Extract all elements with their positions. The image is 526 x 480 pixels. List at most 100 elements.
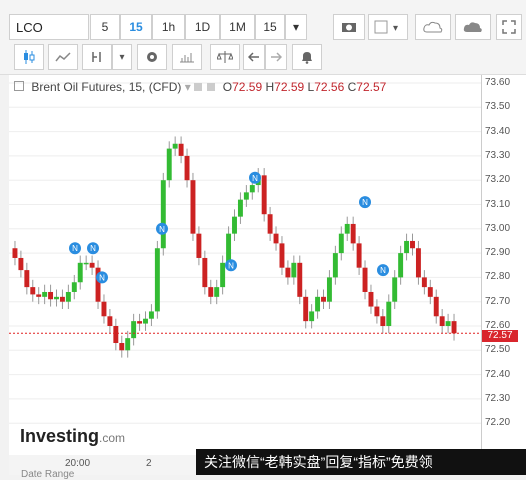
candlestick-icon[interactable]	[14, 44, 44, 70]
news-marker-icon[interactable]: N	[249, 171, 261, 184]
price-tick-label: 72.90	[485, 247, 511, 259]
interval-1h-button[interactable]: 1h	[152, 14, 185, 40]
fullscreen-icon[interactable]	[496, 14, 522, 40]
interval-1m-button[interactable]: 1M	[220, 14, 255, 40]
svg-text:N: N	[99, 273, 105, 282]
alert-bell-icon[interactable]	[292, 44, 322, 70]
drawing-toolbar: ▾	[0, 42, 526, 75]
svg-text:N: N	[362, 198, 368, 207]
open-label: O	[222, 80, 233, 94]
investing-logo: Investing.com	[20, 426, 125, 447]
price-tick-label: 73.30	[485, 149, 511, 161]
candle-body	[249, 185, 255, 193]
news-marker-icon[interactable]: N	[359, 196, 371, 209]
close-value: 72.57	[356, 80, 387, 94]
svg-text:N: N	[380, 266, 386, 275]
candle-body	[89, 262, 95, 268]
candle-body	[214, 287, 220, 297]
price-tick-label: 73.60	[485, 77, 511, 88]
candle-body	[12, 248, 18, 258]
interval-5-button[interactable]: 5	[90, 14, 120, 40]
instrument-title: Brent Oil Futures, 15, (CFD)	[31, 80, 182, 94]
candle-body	[137, 321, 143, 324]
news-marker-icon[interactable]: N	[87, 242, 99, 255]
chart-legend: Brent Oil Futures, 15, (CFD) ▾ O72.59 H7…	[14, 80, 386, 94]
candle-body	[208, 287, 214, 297]
cloud-download-icon[interactable]	[415, 14, 451, 40]
candle-body	[24, 270, 30, 288]
price-tick-label: 72.50	[485, 344, 511, 356]
candle-body	[427, 287, 433, 297]
legend-close-icon[interactable]	[207, 83, 216, 91]
news-marker-icon[interactable]: N	[225, 259, 237, 272]
drawing-tool-icon[interactable]	[82, 44, 112, 70]
indicators-icon[interactable]	[172, 44, 202, 70]
legend-settings-icon[interactable]	[194, 83, 203, 91]
candle-body	[48, 291, 54, 300]
candle-body	[160, 180, 166, 249]
candle-body	[332, 253, 338, 278]
interval-1d-button[interactable]: 1D	[185, 14, 220, 40]
candle-body	[71, 282, 77, 292]
news-marker-icon[interactable]: N	[69, 242, 81, 255]
color-picker-button[interactable]: ▾	[368, 14, 408, 40]
redo-icon[interactable]	[265, 44, 287, 70]
undo-icon[interactable]	[243, 44, 265, 70]
candle-body	[83, 262, 89, 265]
candle-body	[338, 233, 344, 254]
candle-body	[451, 321, 457, 334]
candle-body	[237, 199, 243, 217]
promo-banner: 关注微信“老韩实盘”回复“指标”免费领	[196, 449, 526, 475]
candle-body	[196, 233, 202, 258]
gear-icon[interactable]	[137, 44, 167, 70]
candle-body	[386, 301, 392, 326]
candle-body	[267, 214, 273, 234]
candle-body	[77, 262, 83, 283]
candle-body	[59, 296, 65, 302]
price-chart[interactable]: N N N N N N N N	[9, 75, 526, 455]
candle-body	[421, 277, 427, 288]
candle-body	[113, 326, 119, 344]
candle-body	[131, 321, 137, 339]
logo-text: Investing	[20, 426, 100, 446]
candle-body	[101, 301, 107, 317]
candle-body	[309, 311, 315, 322]
legend-chevron-icon[interactable]: ▾	[185, 80, 194, 94]
svg-text:▾: ▾	[393, 23, 398, 34]
symbol-input[interactable]: LCO	[9, 14, 89, 40]
news-marker-icon[interactable]: N	[96, 271, 108, 284]
interval-dropdown-button[interactable]: 15	[255, 14, 285, 40]
current-price-tag: 72.57	[482, 330, 518, 342]
candle-body	[190, 180, 196, 234]
candle-body	[42, 291, 48, 297]
candle-body	[368, 291, 374, 307]
candle-body	[125, 338, 131, 351]
high-label: H	[265, 80, 275, 94]
candle-body	[243, 192, 249, 200]
legend-collapse-icon[interactable]	[14, 81, 24, 91]
drawing-chevron-down-icon[interactable]: ▾	[112, 44, 132, 70]
candle-body	[184, 155, 190, 181]
candlestick-plot[interactable]: N N N N N N N N	[9, 75, 481, 455]
price-tick-label: 72.20	[485, 417, 511, 429]
candle-body	[445, 321, 451, 326]
line-chart-icon[interactable]	[48, 44, 78, 70]
candle-body	[380, 316, 386, 326]
news-marker-icon[interactable]: N	[156, 222, 168, 235]
interval-chevron-down-icon[interactable]: ▾	[285, 14, 307, 40]
svg-text:N: N	[72, 244, 78, 253]
candle-body	[30, 287, 36, 295]
compare-scale-icon[interactable]	[210, 44, 240, 70]
interval-15-button[interactable]: 15	[120, 14, 152, 40]
candle-body	[439, 316, 445, 326]
candle-body	[433, 296, 439, 317]
price-tick-label: 73.40	[485, 125, 511, 137]
cloud-upload-icon[interactable]	[455, 14, 491, 40]
news-marker-icon[interactable]: N	[377, 264, 389, 277]
candle-body	[202, 257, 208, 288]
candle-body	[172, 143, 178, 149]
candle-body	[148, 311, 154, 319]
candle-body	[178, 143, 184, 156]
camera-icon[interactable]	[333, 14, 365, 40]
price-tick-label: 73.00	[485, 222, 511, 234]
